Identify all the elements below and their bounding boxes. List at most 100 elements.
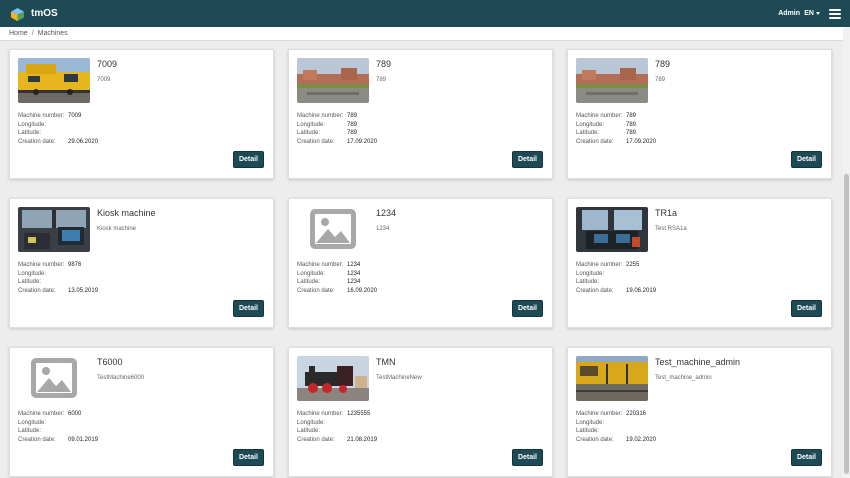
machine-thumbnail[interactable] [576,356,648,401]
machine-thumbnail[interactable] [576,207,648,252]
scrollbar-thumb[interactable] [844,174,849,474]
machine-number-value: 9876 [68,262,82,268]
machine-details: Machine number: 1234 Longitude: 1234 Latitud… [297,261,377,296]
machine-card[interactable]: T6000 TestMachine6000 Machine number: 6000 L… [9,347,274,477]
machine-number-label: Machine number: [18,113,65,119]
creation-date-label: Creation date: [576,139,614,146]
machine-number-label: Machine number: [576,262,623,268]
machine-number-value: 6000 [68,411,82,417]
longitude-label: Longitude: [297,419,326,426]
machine-number-value: 1235555 [347,411,371,417]
latitude-value: 789 [347,130,358,137]
top-navbar: tmOS Admin EN [0,0,850,27]
creation-date-value: 09.01.2019 [68,437,99,444]
machine-card[interactable]: 789 789 Machine number: 789 Longitude: 789 Lat… [567,49,832,179]
machine-description: 1234 [376,226,390,232]
machine-number-value: 2255 [626,262,640,268]
machine-name[interactable]: TR1a [655,208,677,218]
machine-description: 7009 [97,77,111,83]
detail-button[interactable]: Detail [232,151,264,168]
machine-thumbnail[interactable] [18,58,90,103]
longitude-label: Longitude: [576,121,605,128]
machine-description: TestMachineNew [376,375,422,381]
machine-thumbnail[interactable] [18,207,90,252]
machine-details: Machine number: 789 Longitude: 789 Latitude:… [576,112,656,147]
machine-number-value: 789 [626,113,637,119]
breadcrumb: Home / Machines [9,30,68,37]
detail-button[interactable]: Detail [511,449,543,466]
machine-description: Test RSA1a [655,226,687,232]
breadcrumb-separator: / [31,30,34,37]
detail-button[interactable]: Detail [232,300,264,317]
machine-description: Kiosk machine [97,226,137,232]
machine-name[interactable]: Test_machine_admin [655,357,740,367]
latitude-label: Latitude: [297,279,321,286]
latitude-label: Latitude: [297,428,321,435]
machine-details: Machine number: 6000 Longitude: Latitude: Cr… [18,410,98,445]
longitude-label: Longitude: [297,121,326,128]
machine-thumbnail[interactable] [18,356,90,401]
detail-button[interactable]: Detail [232,449,264,466]
detail-button[interactable]: Detail [511,151,543,168]
creation-date-label: Creation date: [576,288,614,295]
longitude-label: Longitude: [18,270,47,277]
detail-button[interactable]: Detail [511,300,543,317]
machine-card[interactable]: TR1a Test RSA1a Machine number: 2255 Longitu… [567,198,832,328]
latitude-label: Latitude: [18,428,42,435]
latitude-label: Latitude: [576,130,600,137]
machine-name[interactable]: 1234 [376,208,396,218]
hamburger-menu-icon[interactable] [829,9,841,19]
creation-date-label: Creation date: [18,437,56,444]
machine-number-label: Machine number: [18,262,65,268]
machine-details: Machine number: 9876 Longitude: Latitude: Cr… [18,261,98,296]
creation-date-label: Creation date: [297,139,335,146]
scrollbar[interactable] [843,27,850,478]
machine-name[interactable]: 789 [376,59,391,69]
machine-thumbnail[interactable] [576,58,648,103]
detail-button[interactable]: Detail [790,151,822,168]
language-selector[interactable]: EN [804,10,820,17]
user-menu[interactable]: Admin [778,10,800,17]
machine-details: Machine number: 789 Longitude: 789 Latitude:… [297,112,377,147]
latitude-label: Latitude: [576,428,600,435]
machine-number-label: Machine number: [297,262,344,268]
machine-name[interactable]: 7009 [97,59,117,69]
latitude-label: Latitude: [18,130,42,137]
machine-name[interactable]: Kiosk machine [97,208,156,218]
creation-date-label: Creation date: [297,437,335,444]
creation-date-label: Creation date: [297,288,335,295]
machine-card[interactable]: TMN TestMachineNew Machine number: 1235555 L… [288,347,553,477]
machine-number-label: Machine number: [576,411,623,417]
longitude-label: Longitude: [576,270,605,277]
machines-grid: 7009 7009 Machine number: 7009 Longitude: Lat… [0,41,843,478]
creation-date-value: 16.09.2020 [347,288,378,295]
machine-thumbnail[interactable] [297,207,369,252]
longitude-label: Longitude: [18,419,47,426]
creation-date-value: 21.08.2019 [347,437,378,444]
machine-card[interactable]: 1234 1234 Machine number: 1234 Longitude: 123… [288,198,553,328]
chevron-down-icon [816,11,820,15]
creation-date-label: Creation date: [576,437,614,444]
machine-name[interactable]: TMN [376,357,396,367]
machine-description: TestMachine6000 [97,375,145,381]
machine-number-value: 789 [347,113,358,119]
machine-card[interactable]: 7009 7009 Machine number: 7009 Longitude: Lat… [9,49,274,179]
machine-card[interactable]: Test_machine_admin Test_machine_admin Mach… [567,347,832,477]
detail-button[interactable]: Detail [790,449,822,466]
machine-number-label: Machine number: [297,411,344,417]
detail-button[interactable]: Detail [790,300,822,317]
machine-thumbnail[interactable] [297,356,369,401]
machine-card[interactable]: Kiosk machine Kiosk machine Machine number… [9,198,274,328]
machine-number-value: 1234 [347,262,361,268]
machine-details: Machine number: 220316 Longitude: Latitude:… [576,410,656,445]
machine-card[interactable]: 789 789 Machine number: 789 Longitude: 789 Lat… [288,49,553,179]
breadcrumb-current: Machines [37,30,68,37]
machine-name[interactable]: 789 [655,59,670,69]
machine-name[interactable]: T6000 [97,357,123,367]
machine-description: 789 [655,77,666,83]
tmos-logo-icon[interactable] [10,7,25,22]
machine-thumbnail[interactable] [297,58,369,103]
brand-name[interactable]: tmOS [31,8,58,19]
language-label: EN [804,10,814,17]
breadcrumb-home[interactable]: Home [9,30,28,37]
